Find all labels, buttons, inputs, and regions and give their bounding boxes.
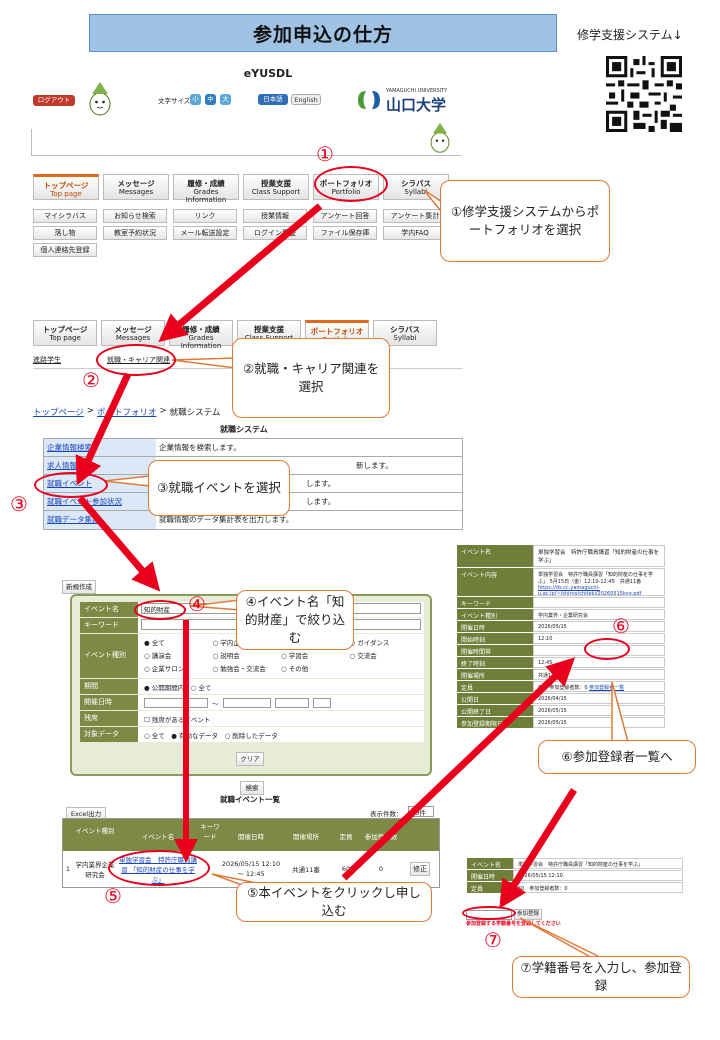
- step-number: ③: [10, 492, 28, 516]
- highlight-circle: [134, 600, 186, 620]
- callout-step3: ③就職イベントを選択: [148, 460, 290, 516]
- step-number: ⑤: [104, 884, 122, 908]
- arrow-5: [344, 666, 566, 878]
- arrow-6: [506, 790, 574, 898]
- highlight-circle: [96, 344, 176, 376]
- callout-step2: ②就職・キャリア関連を選択: [232, 338, 390, 418]
- callout-step7: ⑦学籍番号を入力し、参加登録: [512, 956, 690, 998]
- arrow-1: [168, 206, 320, 334]
- callout-step1: ①修学支援システムからポートフォリオを選択: [440, 180, 610, 262]
- highlight-circle: [108, 850, 210, 886]
- callout-step5: ⑤本イベントをクリックし申し込む: [236, 882, 432, 922]
- highlight-circle: [314, 166, 388, 202]
- highlight-circle: [584, 638, 630, 660]
- arrow-3: [80, 498, 152, 582]
- step-number: ②: [82, 368, 100, 392]
- highlight-circle: [34, 472, 108, 498]
- step-number: ⑦: [484, 928, 502, 952]
- callout-step4: ④イベント名「知的財産」で絞り込む: [236, 590, 354, 650]
- step-number: ④: [188, 592, 206, 616]
- highlight-circle: [462, 906, 516, 920]
- step-number: ⑥: [612, 614, 630, 638]
- step-number: ①: [316, 142, 334, 166]
- callout-step6: ⑥参加登録者一覧へ: [538, 740, 696, 774]
